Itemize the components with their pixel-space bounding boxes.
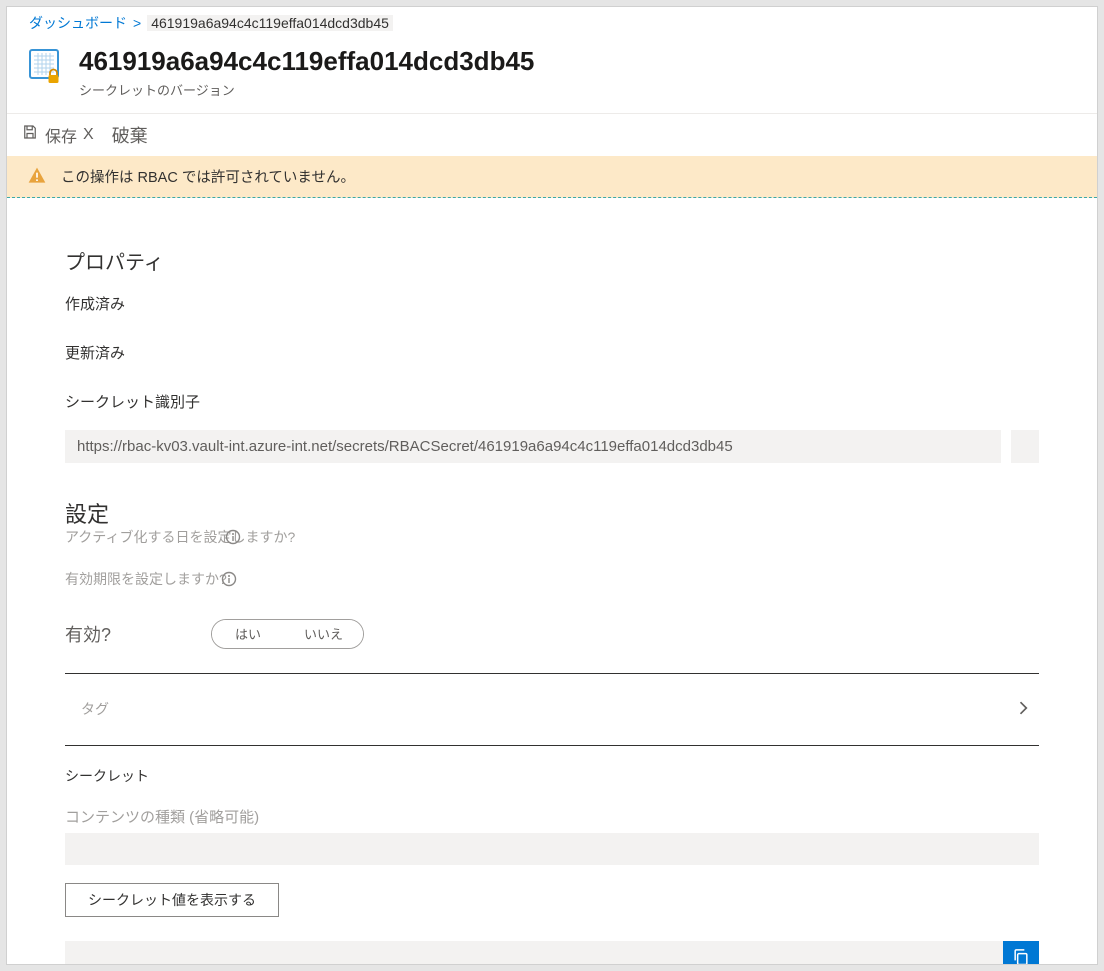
warning-icon — [27, 166, 47, 186]
close-x-icon: X — [83, 126, 94, 144]
toolbar: 保存 X 破棄 — [7, 114, 1097, 156]
enabled-row: 有効? はい いいえ — [65, 619, 1039, 649]
properties-heading: プロパティ — [65, 246, 1039, 275]
page-subtitle: シークレットのバージョン — [79, 80, 534, 99]
enabled-option-yes[interactable]: はい — [212, 620, 284, 648]
enabled-label: 有効? — [65, 621, 111, 647]
activation-date-label: アクティブ化する日を設定しますか? — [65, 527, 1039, 547]
warning-message: この操作は RBAC では許可されていません。 — [61, 166, 355, 187]
breadcrumb-root-link[interactable]: ダッシュボード — [29, 13, 127, 33]
tags-section: タグ — [65, 673, 1039, 746]
updated-label: 更新済み — [65, 342, 1039, 363]
save-icon — [21, 123, 39, 146]
properties-section: プロパティ 作成済み 更新済み シークレット識別子 https://rbac-k… — [65, 246, 1039, 463]
page-header: 461919a6a94c4c119effa014dcd3db45 シークレットの… — [7, 39, 1097, 113]
breadcrumb-separator: > — [133, 15, 141, 31]
content-area: プロパティ 作成済み 更新済み シークレット識別子 https://rbac-k… — [7, 198, 1097, 965]
chevron-right-icon — [1013, 698, 1033, 721]
discard-button-label: 破棄 — [112, 122, 148, 148]
expiration-date-label: 有効期限を設定しますか? — [65, 569, 1039, 589]
content-type-label: コンテンツの種類 (省略可能) — [65, 806, 1039, 827]
copy-secret-button[interactable] — [1003, 941, 1039, 965]
tags-row[interactable]: タグ — [65, 674, 1039, 745]
enabled-toggle[interactable]: はい いいえ — [211, 619, 364, 649]
page-title: 461919a6a94c4c119effa014dcd3db45 — [79, 47, 534, 76]
identifier-row: https://rbac-kv03.vault-int.azure-int.ne… — [65, 430, 1039, 463]
copy-icon — [1011, 947, 1031, 965]
content-type-input[interactable] — [65, 833, 1039, 865]
identifier-copy-button[interactable] — [1011, 430, 1039, 463]
warning-banner: この操作は RBAC では許可されていません。 — [7, 156, 1097, 198]
settings-heading: 設定 — [65, 497, 1039, 529]
secret-value-row — [65, 941, 1039, 965]
secret-section: シークレット コンテンツの種類 (省略可能) シークレット値を表示する — [65, 766, 1039, 965]
page-title-block: 461919a6a94c4c119effa014dcd3db45 シークレットの… — [79, 47, 534, 99]
tags-divider-bottom — [65, 745, 1039, 746]
save-button-label: 保存 — [45, 123, 77, 147]
breadcrumb: ダッシュボード > 461919a6a94c4c119effa014dcd3db… — [7, 7, 1097, 39]
breadcrumb-current: 461919a6a94c4c119effa014dcd3db45 — [147, 15, 393, 31]
info-icon — [225, 529, 241, 545]
secret-heading: シークレット — [65, 766, 1039, 786]
identifier-label: シークレット識別子 — [65, 391, 1039, 412]
secret-resource-icon — [27, 47, 65, 85]
secret-value-input[interactable] — [65, 941, 1003, 965]
enabled-option-no[interactable]: いいえ — [284, 620, 363, 648]
expiration-date-label-text: 有効期限を設定しますか? — [65, 569, 227, 589]
save-button[interactable]: 保存 X — [21, 123, 94, 147]
identifier-url-field[interactable]: https://rbac-kv03.vault-int.azure-int.ne… — [65, 430, 1001, 463]
created-label: 作成済み — [65, 293, 1039, 314]
discard-button[interactable]: 破棄 — [112, 122, 148, 148]
tags-label: タグ — [81, 699, 109, 719]
show-secret-value-button[interactable]: シークレット値を表示する — [65, 883, 279, 917]
settings-section: 設定 アクティブ化する日を設定しますか? 有効期限を設定しますか? 有効? はい… — [65, 497, 1039, 649]
window-root: ダッシュボード > 461919a6a94c4c119effa014dcd3db… — [6, 6, 1098, 965]
activation-date-label-text: アクティブ化する日を設定しますか? — [65, 527, 295, 547]
info-icon — [221, 571, 237, 587]
